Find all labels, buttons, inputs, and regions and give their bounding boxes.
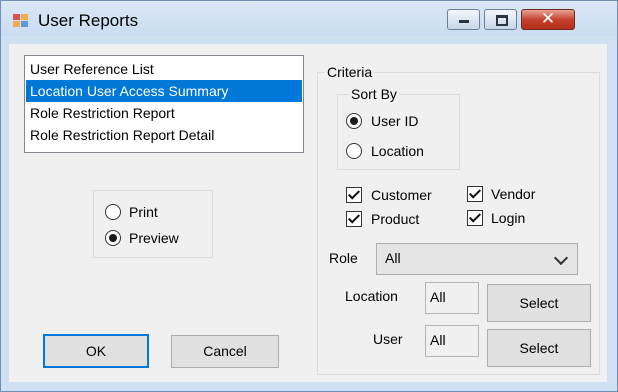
report-list[interactable]: User Reference List Location User Access… [24,55,304,153]
user-field: All [425,325,479,357]
location-label: Location [345,288,398,304]
print-label[interactable]: Print [129,203,158,221]
preview-label[interactable]: Preview [129,229,179,247]
dialog-body: User Reference List Location User Access… [9,44,607,382]
report-item-role-restriction-report-detail[interactable]: Role Restriction Report Detail [26,124,302,146]
location-select-button[interactable]: Select [487,284,591,322]
vendor-checkbox[interactable] [467,186,483,202]
login-label[interactable]: Login [491,209,525,227]
dialog-window: User Reports ✕ User Reference List Locat… [0,0,618,392]
sort-location-radio[interactable] [346,143,362,159]
report-item-location-user-access-summary[interactable]: Location User Access Summary [26,80,302,102]
ok-button[interactable]: OK [43,334,149,368]
sort-user-id-radio[interactable] [346,113,362,129]
maximize-button[interactable] [484,9,517,30]
app-icon [13,14,29,28]
role-dropdown[interactable]: All [376,243,578,275]
preview-radio[interactable] [105,230,121,246]
criteria-title: Criteria [325,64,375,80]
title-bar[interactable]: User Reports ✕ [1,1,617,36]
minimize-button[interactable] [447,9,480,30]
sort-user-id-label[interactable]: User ID [371,112,418,130]
product-label[interactable]: Product [371,210,419,228]
login-checkbox[interactable] [467,210,483,226]
chevron-down-icon [553,250,569,266]
vendor-label[interactable]: Vendor [491,185,535,203]
close-icon: ✕ [540,9,556,29]
user-select-button[interactable]: Select [487,329,591,367]
close-button[interactable]: ✕ [521,9,575,30]
report-item-role-restriction-report[interactable]: Role Restriction Report [26,102,302,124]
role-label: Role [329,250,358,266]
role-value: All [385,250,401,266]
print-radio[interactable] [105,204,121,220]
customer-label[interactable]: Customer [371,186,432,204]
window-title: User Reports [38,11,139,30]
output-group [93,190,213,258]
minimize-icon [459,20,469,23]
sort-location-label[interactable]: Location [371,142,424,160]
product-checkbox[interactable] [346,211,362,227]
user-label: User [373,331,403,347]
sort-by-title: Sort By [349,86,399,102]
customer-checkbox[interactable] [346,187,362,203]
maximize-icon [496,15,508,26]
report-item-user-reference-list[interactable]: User Reference List [26,58,302,80]
location-field: All [425,282,479,314]
cancel-button[interactable]: Cancel [171,335,279,368]
